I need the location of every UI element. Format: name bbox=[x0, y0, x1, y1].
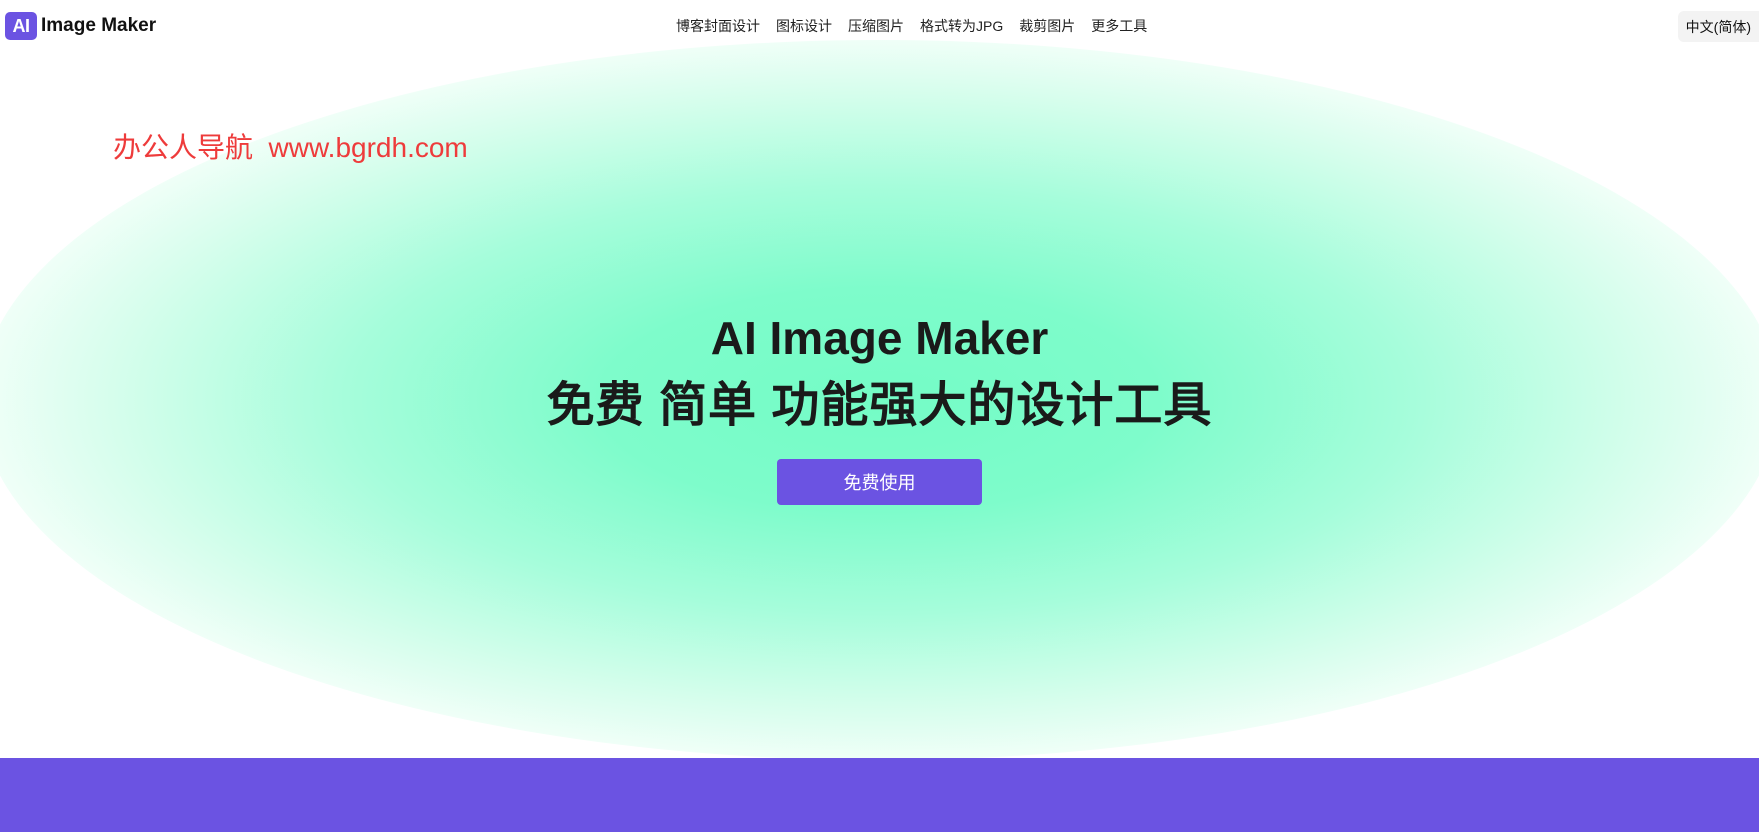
free-use-button[interactable]: 免费使用 bbox=[777, 459, 982, 505]
page: AI Image Maker 博客封面设计 图标设计 压缩图片 格式转为JPG … bbox=[0, 0, 1759, 832]
nav-item-convert-jpg[interactable]: 格式转为JPG bbox=[920, 16, 1003, 36]
top-navigation-bar: AI Image Maker 博客封面设计 图标设计 压缩图片 格式转为JPG … bbox=[0, 0, 1759, 52]
nav-item-icon-design[interactable]: 图标设计 bbox=[776, 16, 832, 36]
main-nav: 博客封面设计 图标设计 压缩图片 格式转为JPG 裁剪图片 更多工具 bbox=[676, 16, 1163, 36]
logo-badge: AI bbox=[5, 12, 37, 40]
hero-section: AI Image Maker 免费 简单 功能强大的设计工具 免费使用 bbox=[0, 305, 1759, 505]
language-selector[interactable]: 中文(简体) bbox=[1677, 11, 1759, 42]
footer-band bbox=[0, 758, 1759, 832]
hero-title: AI Image Maker bbox=[710, 312, 1049, 364]
nav-item-crop-image[interactable]: 裁剪图片 bbox=[1019, 16, 1075, 36]
nav-item-compress-image[interactable]: 压缩图片 bbox=[848, 16, 904, 36]
site-logo[interactable]: AI Image Maker bbox=[5, 12, 156, 40]
watermark-text: 办公人导航 www.bgrdh.com bbox=[113, 132, 468, 163]
nav-item-blog-cover[interactable]: 博客封面设计 bbox=[676, 16, 760, 36]
logo-text: Image Maker bbox=[41, 15, 157, 36]
hero-subtitle: 免费 简单 功能强大的设计工具 bbox=[546, 379, 1213, 432]
nav-item-more-tools[interactable]: 更多工具 bbox=[1091, 16, 1147, 36]
